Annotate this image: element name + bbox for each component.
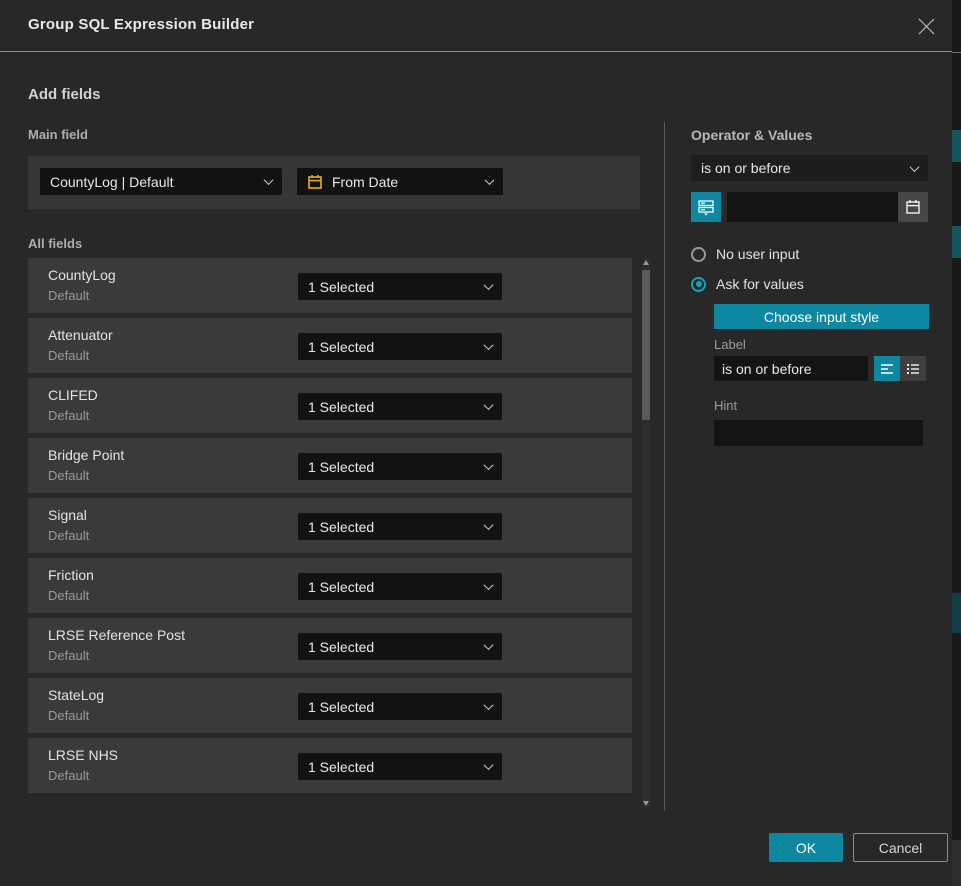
- field-row: StateLog Default 1 Selected: [28, 678, 632, 733]
- main-field-label: Main field: [28, 127, 88, 142]
- field-count-value: 1 Selected: [308, 339, 374, 355]
- field-row: Friction Default 1 Selected: [28, 558, 632, 613]
- field-row: LRSE Reference Post Default 1 Selected: [28, 618, 632, 673]
- chevron-down-icon: [484, 520, 494, 530]
- window-title: Group SQL Expression Builder: [28, 16, 254, 33]
- radio-circle-icon: [691, 277, 706, 292]
- operator-dropdown[interactable]: is on or before: [691, 155, 928, 181]
- field-count-value: 1 Selected: [308, 759, 374, 775]
- calendar-icon: [307, 174, 323, 190]
- align-left-style-button[interactable]: [874, 356, 900, 381]
- field-name: Signal: [48, 507, 87, 523]
- list-icon: [906, 362, 920, 376]
- field-count-dropdown[interactable]: 1 Selected: [298, 513, 502, 540]
- field-count-value: 1 Selected: [308, 579, 374, 595]
- field-count-dropdown[interactable]: 1 Selected: [298, 273, 502, 300]
- chevron-down-icon: [484, 460, 494, 470]
- field-subtitle: Default: [48, 288, 89, 303]
- list-style-button[interactable]: [900, 356, 926, 381]
- chevron-down-icon: [484, 580, 494, 590]
- field-subtitle: Default: [48, 588, 89, 603]
- calendar-button[interactable]: [898, 192, 928, 222]
- chevron-down-icon: [484, 280, 494, 290]
- field-count-value: 1 Selected: [308, 279, 374, 295]
- operator-dropdown-value: is on or before: [701, 160, 791, 176]
- field-row: Attenuator Default 1 Selected: [28, 318, 632, 373]
- radio-circle-icon: [691, 247, 706, 262]
- field-row: Signal Default 1 Selected: [28, 498, 632, 553]
- scroll-up-icon[interactable]: [643, 260, 649, 265]
- app-edge-strip: [952, 0, 961, 886]
- field-count-value: 1 Selected: [308, 399, 374, 415]
- layer-dropdown[interactable]: CountyLog | Default: [40, 168, 282, 195]
- field-count-dropdown[interactable]: 1 Selected: [298, 573, 502, 600]
- field-name: CLIFED: [48, 387, 98, 403]
- field-dropdown[interactable]: From Date: [297, 168, 503, 195]
- field-name: Friction: [48, 567, 94, 583]
- close-icon: [918, 18, 935, 35]
- field-count-value: 1 Selected: [308, 639, 374, 655]
- chevron-down-icon: [910, 162, 920, 172]
- title-bar: Group SQL Expression Builder: [0, 0, 952, 52]
- choose-input-style-button[interactable]: Choose input style: [714, 304, 929, 329]
- field-dropdown-value: From Date: [332, 174, 398, 190]
- label-input[interactable]: [714, 356, 868, 381]
- field-subtitle: Default: [48, 528, 89, 543]
- chevron-down-icon: [485, 175, 495, 185]
- hint-input[interactable]: [714, 420, 923, 446]
- field-row: CountyLog Default 1 Selected: [28, 258, 632, 313]
- chevron-down-icon: [484, 400, 494, 410]
- chevron-down-icon: [264, 175, 274, 185]
- add-fields-heading: Add fields: [28, 86, 101, 103]
- field-name: LRSE Reference Post: [48, 627, 185, 643]
- chevron-down-icon: [484, 640, 494, 650]
- field-count-dropdown[interactable]: 1 Selected: [298, 753, 502, 780]
- field-subtitle: Default: [48, 768, 89, 783]
- field-count-dropdown[interactable]: 1 Selected: [298, 453, 502, 480]
- field-subtitle: Default: [48, 648, 89, 663]
- field-count-value: 1 Selected: [308, 519, 374, 535]
- ok-button[interactable]: OK: [769, 833, 843, 862]
- radio-no-user-input[interactable]: No user input: [691, 244, 799, 264]
- field-row: Bridge Point Default 1 Selected: [28, 438, 632, 493]
- chevron-down-icon: [484, 700, 494, 710]
- field-count-dropdown[interactable]: 1 Selected: [298, 393, 502, 420]
- input-type-icon: [697, 198, 715, 216]
- radio-ask-for-values[interactable]: Ask for values: [691, 274, 804, 294]
- panel-divider: [664, 122, 665, 811]
- group-sql-expression-builder-dialog: Group SQL Expression Builder Add fields …: [0, 0, 952, 886]
- field-name: Bridge Point: [48, 447, 124, 463]
- all-fields-label: All fields: [28, 236, 82, 251]
- field-name: StateLog: [48, 687, 104, 703]
- scrollbar-thumb[interactable]: [642, 270, 650, 420]
- field-name: CountyLog: [48, 267, 116, 283]
- date-value-input[interactable]: [727, 192, 898, 222]
- field-row: CLIFED Default 1 Selected: [28, 378, 632, 433]
- field-subtitle: Default: [48, 468, 89, 483]
- scroll-down-icon[interactable]: [643, 801, 649, 806]
- field-subtitle: Default: [48, 408, 89, 423]
- field-count-value: 1 Selected: [308, 459, 374, 475]
- layer-dropdown-value: CountyLog | Default: [50, 174, 174, 190]
- field-subtitle: Default: [48, 348, 89, 363]
- chevron-down-icon: [484, 340, 494, 350]
- field-name: LRSE NHS: [48, 747, 118, 763]
- hint-caption: Hint: [714, 398, 737, 413]
- field-subtitle: Default: [48, 708, 89, 723]
- calendar-icon: [905, 199, 921, 215]
- main-field-panel: CountyLog | Default From Date: [28, 156, 640, 209]
- align-left-icon: [880, 362, 894, 376]
- operator-values-heading: Operator & Values: [691, 127, 812, 143]
- field-name: Attenuator: [48, 327, 113, 343]
- field-count-dropdown[interactable]: 1 Selected: [298, 333, 502, 360]
- field-count-value: 1 Selected: [308, 699, 374, 715]
- cancel-button[interactable]: Cancel: [853, 833, 948, 862]
- field-count-dropdown[interactable]: 1 Selected: [298, 693, 502, 720]
- chevron-down-icon: [484, 760, 494, 770]
- input-type-button[interactable]: [691, 192, 721, 222]
- label-caption: Label: [714, 337, 746, 352]
- field-count-dropdown[interactable]: 1 Selected: [298, 633, 502, 660]
- close-button[interactable]: [910, 10, 942, 42]
- field-row: LRSE NHS Default 1 Selected: [28, 738, 632, 793]
